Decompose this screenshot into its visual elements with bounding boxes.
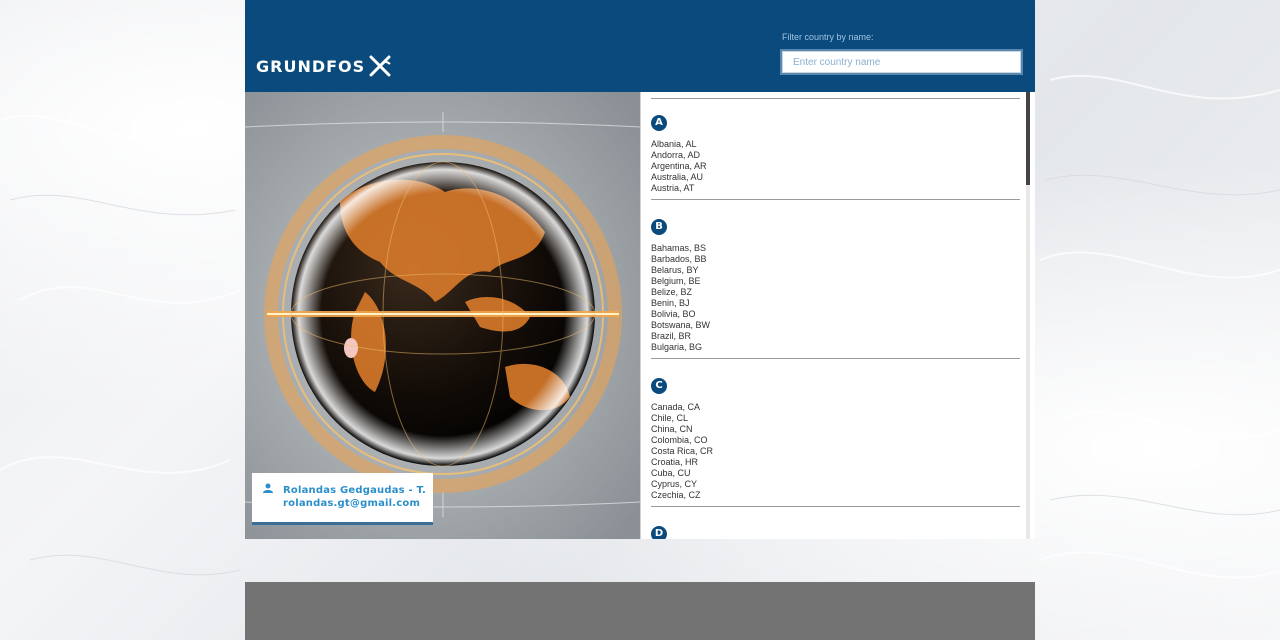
brand-name: GRUNDFOS <box>256 56 366 76</box>
user-icon <box>263 483 273 493</box>
country-item[interactable]: Canada, CA <box>651 402 713 413</box>
country-item[interactable]: Andorra, AD <box>651 150 707 161</box>
filter-label: Filter country by name: <box>782 32 874 42</box>
country-item[interactable]: Botswana, BW <box>651 320 710 331</box>
country-items: Canada, CA Chile, CL China, CN Colombia, CO… <box>651 402 713 501</box>
country-item[interactable]: Cuba, CU <box>651 468 713 479</box>
country-item[interactable]: China, CN <box>651 424 713 435</box>
section-letter-badge: B <box>651 219 667 235</box>
page-container: GRUNDFOS Filter country by name: Enter c… <box>245 0 1035 539</box>
country-item[interactable]: Austria, AT <box>651 183 707 194</box>
country-item[interactable]: Czechia, CZ <box>651 490 713 501</box>
header: GRUNDFOS Filter country by name: <box>245 0 1035 92</box>
section-letter-badge: A <box>651 115 667 131</box>
country-item[interactable]: Barbados, BB <box>651 254 710 265</box>
country-items: Albania, AL Andorra, AD Argentina, AR Austr… <box>651 139 707 194</box>
country-filter-input[interactable] <box>780 49 1023 75</box>
section-letter-badge: D <box>651 526 667 539</box>
section-divider <box>651 506 1020 507</box>
country-item[interactable]: Cyprus, CY <box>651 479 713 490</box>
brand-x-icon <box>369 55 391 77</box>
section-letter-badge: C <box>651 378 667 394</box>
country-list[interactable]: A Albania, AL Andorra, AD Argentina, AR Aust… <box>640 92 1035 539</box>
country-item[interactable]: Benin, BJ <box>651 298 710 309</box>
country-item[interactable]: Bulgaria, BG <box>651 342 710 353</box>
country-item[interactable]: Colombia, CO <box>651 435 713 446</box>
user-email[interactable]: rolandas.gt@gmail.com <box>283 498 420 509</box>
country-item[interactable]: Australia, AU <box>651 172 707 183</box>
divider <box>651 98 1020 99</box>
country-item[interactable]: Belgium, BE <box>651 276 710 287</box>
section-divider <box>651 199 1020 200</box>
country-item[interactable]: Belize, BZ <box>651 287 710 298</box>
user-card[interactable]: Rolandas Gedgaudas - T. rolandas.gt@gmai… <box>252 473 433 525</box>
country-item[interactable]: Bolivia, BO <box>651 309 710 320</box>
country-item[interactable]: Bahamas, BS <box>651 243 710 254</box>
country-item[interactable]: Chile, CL <box>651 413 713 424</box>
scrollbar-thumb[interactable] <box>1026 92 1030 185</box>
country-item[interactable]: Brazil, BR <box>651 331 710 342</box>
user-name: Rolandas Gedgaudas - T. <box>283 485 427 496</box>
country-item[interactable]: Argentina, AR <box>651 161 707 172</box>
country-item[interactable]: Belarus, BY <box>651 265 710 276</box>
country-item[interactable]: Albania, AL <box>651 139 707 150</box>
scrollbar[interactable] <box>1026 92 1030 539</box>
country-item[interactable]: Costa Rica, CR <box>651 446 713 457</box>
hero-image: Rolandas Gedgaudas - T. rolandas.gt@gmai… <box>245 92 640 539</box>
country-items: Bahamas, BS Barbados, BB Belarus, BY Belgiu… <box>651 243 710 353</box>
brand-logo[interactable]: GRUNDFOS <box>256 54 392 78</box>
globe-illustration <box>245 92 640 539</box>
country-item[interactable]: Croatia, HR <box>651 457 713 468</box>
footer <box>245 582 1035 640</box>
section-divider <box>651 358 1020 359</box>
